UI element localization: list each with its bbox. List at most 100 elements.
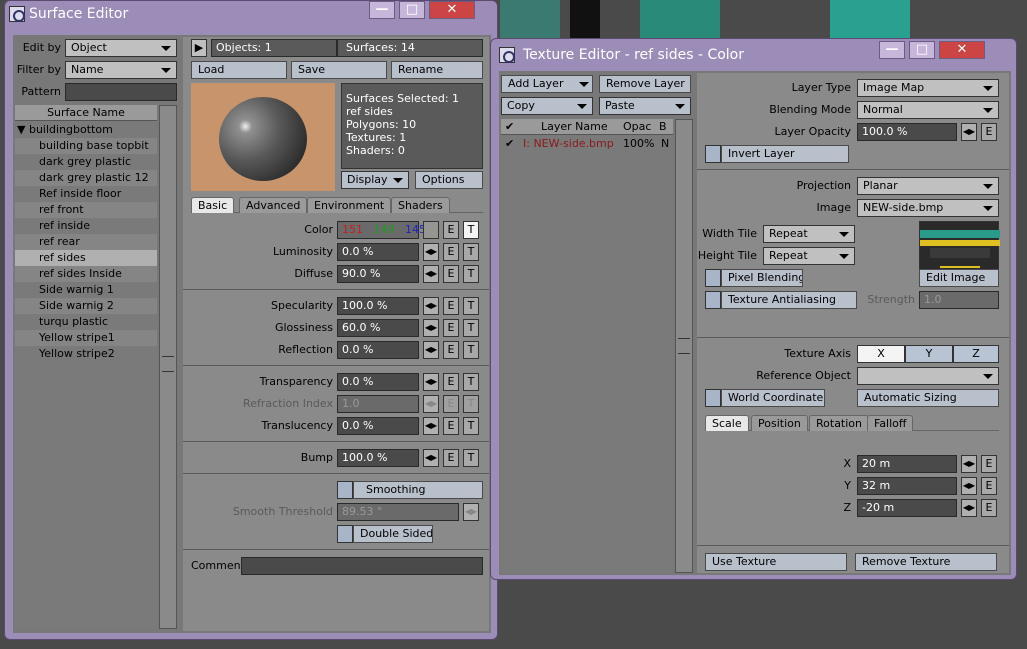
surface-editor-titlebar[interactable]: Surface Editor — □ ✕ bbox=[5, 1, 497, 29]
play-icon[interactable]: ▶ bbox=[191, 39, 207, 57]
automatic-sizing-button[interactable]: Automatic Sizing bbox=[857, 389, 999, 407]
transparency-input[interactable]: 0.0 % bbox=[337, 373, 419, 391]
translucency-input[interactable]: 0.0 % bbox=[337, 417, 419, 435]
bump-envelope-button[interactable]: E bbox=[443, 449, 459, 467]
invert-layer-button[interactable]: Invert Layer bbox=[721, 145, 849, 163]
copy-dropdown[interactable]: Copy bbox=[501, 97, 593, 115]
diffuse-input[interactable]: 90.0 % bbox=[337, 265, 419, 283]
maximize-icon[interactable]: □ bbox=[399, 1, 425, 19]
display-dropdown[interactable]: Display bbox=[341, 171, 409, 189]
world-coordinates-button[interactable]: World Coordinates bbox=[721, 389, 825, 407]
tab-position[interactable]: Position bbox=[751, 415, 808, 431]
save-button[interactable]: Save bbox=[291, 61, 387, 79]
minimize-icon[interactable]: — bbox=[369, 1, 395, 19]
rename-button[interactable]: Rename bbox=[391, 61, 483, 79]
luminosity-texture-button[interactable]: T bbox=[463, 243, 479, 261]
width-tile-dropdown[interactable]: Repeat bbox=[763, 225, 855, 243]
surface-list-header[interactable]: Surface Name bbox=[15, 105, 157, 121]
layer-opacity-input[interactable]: 100.0 % bbox=[857, 123, 957, 141]
world-coordinates-checkbox[interactable] bbox=[705, 389, 721, 407]
transparency-texture-button[interactable]: T bbox=[463, 373, 479, 391]
height-tile-dropdown[interactable]: Repeat bbox=[763, 247, 855, 265]
transparency-envelope-button[interactable]: E bbox=[443, 373, 459, 391]
color-swatch[interactable] bbox=[423, 221, 439, 239]
use-texture-button[interactable]: Use Texture bbox=[705, 553, 847, 571]
layer-list-scrollbar[interactable] bbox=[675, 119, 693, 573]
texture-editor-titlebar[interactable]: Texture Editor - ref sides - Color — □ ✕ bbox=[491, 39, 1016, 67]
scale-y-input[interactable]: 32 m bbox=[857, 477, 957, 495]
scale-z-arrows[interactable]: ◀▶ bbox=[961, 499, 977, 517]
scale-z-envelope-button[interactable]: E bbox=[981, 499, 997, 517]
edit-by-dropdown[interactable]: Object bbox=[65, 39, 177, 57]
axis-y-button[interactable]: Y bbox=[905, 345, 953, 363]
scale-z-input[interactable]: -20 m bbox=[857, 499, 957, 517]
col-layer-name[interactable]: Layer Name bbox=[541, 119, 608, 135]
color-value[interactable]: 151 149 145 bbox=[337, 221, 426, 239]
scale-y-envelope-button[interactable]: E bbox=[981, 477, 997, 495]
tab-scale[interactable]: Scale bbox=[705, 415, 749, 431]
scale-x-envelope-button[interactable]: E bbox=[981, 455, 997, 473]
surface-list-item[interactable]: dark grey plastic 12 bbox=[15, 170, 157, 186]
surface-list-item[interactable]: ref front bbox=[15, 202, 157, 218]
translucency-envelope-button[interactable]: E bbox=[443, 417, 459, 435]
reflection-slider-arrows[interactable]: ◀▶ bbox=[423, 341, 439, 359]
surface-list-item[interactable]: turqu plastic bbox=[15, 314, 157, 330]
scale-x-arrows[interactable]: ◀▶ bbox=[961, 455, 977, 473]
expand-arrow-icon[interactable]: ▼ bbox=[17, 123, 29, 136]
smoothing-checkbox[interactable] bbox=[337, 481, 353, 499]
tab-environment[interactable]: Environment bbox=[307, 197, 392, 213]
tab-basic[interactable]: Basic bbox=[191, 197, 235, 213]
luminosity-input[interactable]: 0.0 % bbox=[337, 243, 419, 261]
paste-dropdown[interactable]: Paste bbox=[599, 97, 691, 115]
glossiness-slider-arrows[interactable]: ◀▶ bbox=[423, 319, 439, 337]
specularity-texture-button[interactable]: T bbox=[463, 297, 479, 315]
layer-list[interactable]: ✔ Layer Name Opac B ✔ I: NEW-side.bmp 10… bbox=[501, 119, 673, 573]
surface-list-item[interactable]: ref sides bbox=[15, 250, 157, 266]
translucency-texture-button[interactable]: T bbox=[463, 417, 479, 435]
surface-list-item[interactable]: Ref inside floor bbox=[15, 186, 157, 202]
texture-antialiasing-checkbox[interactable] bbox=[705, 291, 721, 309]
surface-list-item[interactable]: ref rear bbox=[15, 234, 157, 250]
tab-shaders[interactable]: Shaders bbox=[391, 197, 450, 213]
close-icon[interactable]: ✕ bbox=[429, 1, 475, 19]
remove-layer-button[interactable]: Remove Layer bbox=[599, 75, 691, 93]
tab-advanced[interactable]: Advanced bbox=[239, 197, 308, 213]
luminosity-slider-arrows[interactable]: ◀▶ bbox=[423, 243, 439, 261]
surface-list-scrollbar[interactable] bbox=[159, 105, 177, 629]
specularity-envelope-button[interactable]: E bbox=[443, 297, 459, 315]
scale-x-input[interactable]: 20 m bbox=[857, 455, 957, 473]
scale-y-arrows[interactable]: ◀▶ bbox=[961, 477, 977, 495]
double-sided-checkbox[interactable] bbox=[337, 525, 353, 543]
bump-texture-button[interactable]: T bbox=[463, 449, 479, 467]
layer-row[interactable]: ✔ I: NEW-side.bmp 100% N bbox=[501, 136, 673, 152]
projection-dropdown[interactable]: Planar bbox=[857, 177, 999, 195]
col-opacity[interactable]: Opac bbox=[623, 119, 651, 135]
diffuse-texture-button[interactable]: T bbox=[463, 265, 479, 283]
texture-antialiasing-button[interactable]: Texture Antialiasing bbox=[721, 291, 857, 309]
layer-opacity-arrows[interactable]: ◀▶ bbox=[961, 123, 977, 141]
scrollbar-thumb[interactable] bbox=[162, 356, 174, 372]
diffuse-envelope-button[interactable]: E bbox=[443, 265, 459, 283]
bump-slider-arrows[interactable]: ◀▶ bbox=[423, 449, 439, 467]
surface-list-item[interactable]: Side warnig 2 bbox=[15, 298, 157, 314]
color-texture-button[interactable]: T bbox=[463, 221, 479, 239]
reflection-input[interactable]: 0.0 % bbox=[337, 341, 419, 359]
layer-enabled-check-icon[interactable]: ✔ bbox=[505, 136, 514, 152]
maximize-icon[interactable]: □ bbox=[909, 41, 935, 59]
invert-layer-checkbox[interactable] bbox=[705, 145, 721, 163]
surface-list[interactable]: Surface Name ▼ buildingbottom building b… bbox=[15, 105, 157, 629]
bump-input[interactable]: 100.0 % bbox=[337, 449, 419, 467]
layer-opacity-envelope-button[interactable]: E bbox=[981, 123, 997, 141]
surface-list-item[interactable]: building base topbit bbox=[15, 138, 157, 154]
tab-rotation[interactable]: Rotation bbox=[809, 415, 870, 431]
edit-image-button[interactable]: Edit Image bbox=[919, 269, 999, 287]
translucency-slider-arrows[interactable]: ◀▶ bbox=[423, 417, 439, 435]
axis-x-button[interactable]: X bbox=[857, 345, 905, 363]
specularity-slider-arrows[interactable]: ◀▶ bbox=[423, 297, 439, 315]
reflection-texture-button[interactable]: T bbox=[463, 341, 479, 359]
blending-mode-dropdown[interactable]: Normal bbox=[857, 101, 999, 119]
glossiness-envelope-button[interactable]: E bbox=[443, 319, 459, 337]
pattern-input[interactable] bbox=[65, 83, 177, 101]
filter-by-dropdown[interactable]: Name bbox=[65, 61, 177, 79]
options-button[interactable]: Options bbox=[415, 171, 483, 189]
